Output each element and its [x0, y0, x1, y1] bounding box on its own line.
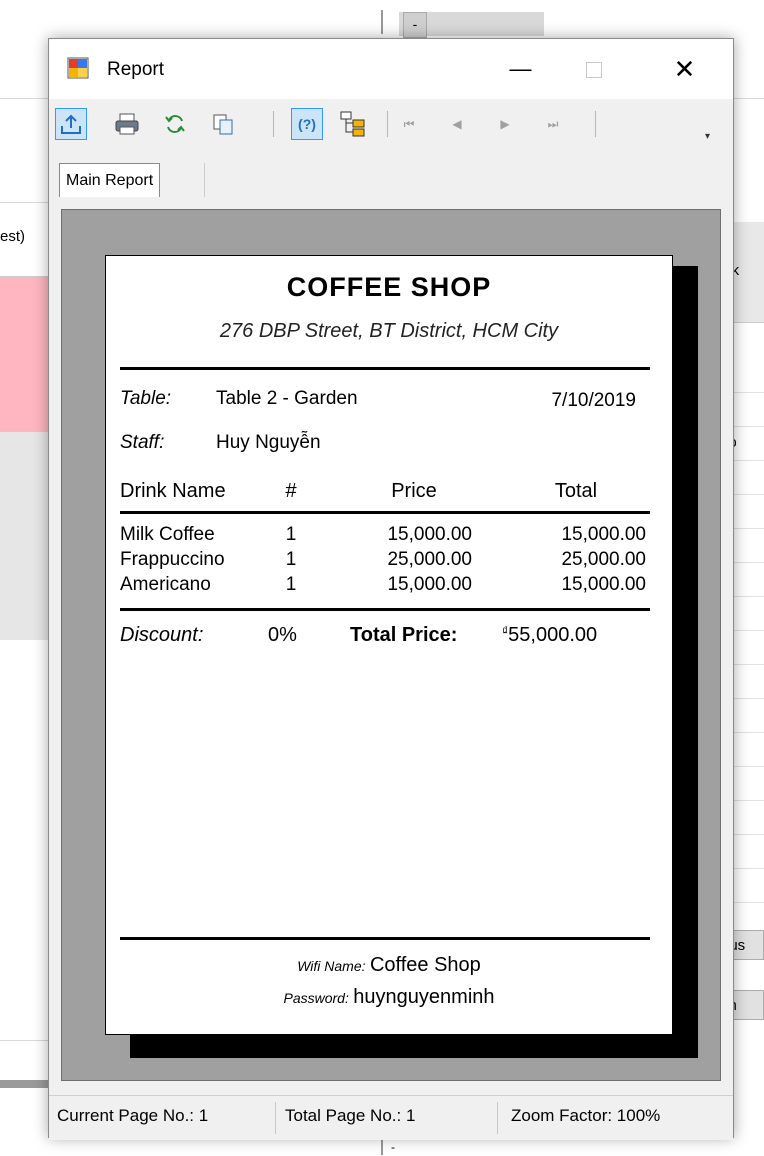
item-qty: 1 — [285, 549, 297, 570]
copy-button[interactable] — [207, 108, 239, 140]
group-tree-button[interactable] — [337, 108, 369, 140]
header-rule — [120, 367, 650, 370]
report-page: COFFEE SHOP 276 DBP Street, BT District,… — [105, 255, 673, 1035]
print-icon — [115, 113, 139, 135]
report-icon — [67, 57, 89, 79]
tab-divider — [204, 163, 205, 197]
item-qty: 1 — [285, 524, 297, 545]
total-price: ₫55,000.00 — [502, 624, 597, 647]
report-viewer[interactable]: COFFEE SHOP 276 DBP Street, BT District,… — [61, 209, 721, 1081]
item-name: Frappuccino — [120, 549, 225, 570]
toolbar-separator — [273, 111, 274, 137]
report-window: Report — ✕ (?) ⏮ ◀ ▶ ⏭ ▾ Main Report COF… — [48, 38, 734, 1140]
bg-top-small-button[interactable]: - — [403, 12, 427, 38]
item-name: Americano — [120, 574, 211, 595]
bg-divider — [0, 1040, 48, 1041]
password-value: huynguyenminh — [353, 986, 495, 1008]
maximize-icon — [585, 62, 602, 79]
copy-icon — [213, 114, 233, 135]
bg-bottom-button[interactable]: - — [381, 1138, 423, 1155]
prev-page-button[interactable]: ◀ — [443, 108, 471, 140]
bg-divider — [0, 202, 48, 203]
help-icon: (?) — [298, 116, 316, 132]
column-header-price: Price — [391, 480, 437, 502]
item-total: 15,000.00 — [561, 524, 646, 545]
total-price-value: 55,000.00 — [508, 624, 598, 646]
password-label: Password: — [283, 990, 349, 1006]
wifi-label: Wifi Name: — [297, 958, 366, 974]
toolbar-separator — [595, 111, 596, 137]
title-bar[interactable]: Report — ✕ — [49, 39, 733, 99]
report-toolbar: (?) ⏮ ◀ ▶ ⏭ ▾ — [49, 99, 733, 157]
bg-splitter — [381, 10, 395, 34]
total-pages-status: Total Page No.: 1 — [285, 1106, 416, 1125]
close-button[interactable]: ✕ — [657, 39, 712, 99]
table-value: Table 2 - Garden — [216, 388, 358, 409]
refresh-button[interactable] — [159, 108, 191, 140]
status-separator — [275, 1102, 276, 1134]
bg-bottom-button-label: - — [391, 1140, 395, 1154]
column-header-total: Total — [554, 480, 598, 502]
discount-value: 0% — [268, 624, 297, 646]
export-button[interactable] — [55, 108, 87, 140]
item-price: 15,000.00 — [387, 524, 472, 545]
shop-name: COFFEE SHOP — [286, 272, 492, 302]
group-tree-icon — [340, 111, 365, 137]
toolbar-separator — [387, 111, 388, 137]
item-name: Milk Coffee — [120, 524, 215, 545]
next-page-button[interactable]: ▶ — [491, 108, 519, 140]
window-title: Report — [107, 59, 165, 80]
toolbar-overflow-button[interactable]: ▾ — [705, 131, 710, 142]
bg-scrollbar[interactable] — [0, 1080, 50, 1088]
bg-divider — [0, 98, 48, 99]
discount-label: Discount: — [120, 624, 204, 646]
zoom-status: Zoom Factor: 100% — [511, 1106, 661, 1125]
maximize-button[interactable] — [566, 39, 621, 99]
wifi-value: Coffee Shop — [369, 954, 481, 976]
table-label: Table: — [120, 388, 172, 409]
item-qty: 1 — [285, 574, 297, 595]
first-page-button[interactable]: ⏮ — [395, 108, 423, 140]
bg-selected-row[interactable] — [0, 276, 48, 434]
column-header-qty: # — [285, 480, 297, 502]
report-date: 7/10/2019 — [551, 390, 636, 411]
bg-left-panel — [0, 432, 48, 640]
staff-label: Staff: — [120, 432, 165, 453]
bg-left-header: est) — [0, 228, 26, 245]
status-bar: Current Page No.: 1 Total Page No.: 1 Zo… — [49, 1095, 733, 1140]
help-button[interactable]: (?) — [291, 108, 323, 140]
minimize-button[interactable]: — — [493, 39, 548, 99]
bg-divider — [734, 98, 764, 99]
item-total: 25,000.00 — [561, 549, 646, 570]
current-page-status: Current Page No.: 1 — [57, 1106, 209, 1125]
item-price: 15,000.00 — [387, 574, 472, 595]
wifi-line: Wifi Name: Coffee Shop — [106, 954, 672, 977]
password-line: Password: huynguyenminh — [106, 986, 672, 1009]
item-price: 25,000.00 — [387, 549, 472, 570]
last-page-button[interactable]: ⏭ — [539, 108, 567, 140]
table-footer-rule — [120, 608, 650, 611]
item-total: 15,000.00 — [561, 574, 646, 595]
total-price-label: Total Price: — [350, 624, 458, 646]
column-header-drink: Drink Name — [120, 480, 226, 502]
print-button[interactable] — [111, 108, 143, 140]
status-separator — [497, 1102, 498, 1134]
shop-address: 276 DBP Street, BT District, HCM City — [219, 320, 559, 342]
staff-value: Huy Nguyễn — [216, 432, 321, 453]
refresh-icon — [165, 115, 185, 133]
tab-main-report[interactable]: Main Report — [59, 163, 161, 197]
export-icon — [61, 114, 81, 134]
table-header-rule — [120, 511, 650, 514]
footer-rule — [120, 937, 650, 940]
